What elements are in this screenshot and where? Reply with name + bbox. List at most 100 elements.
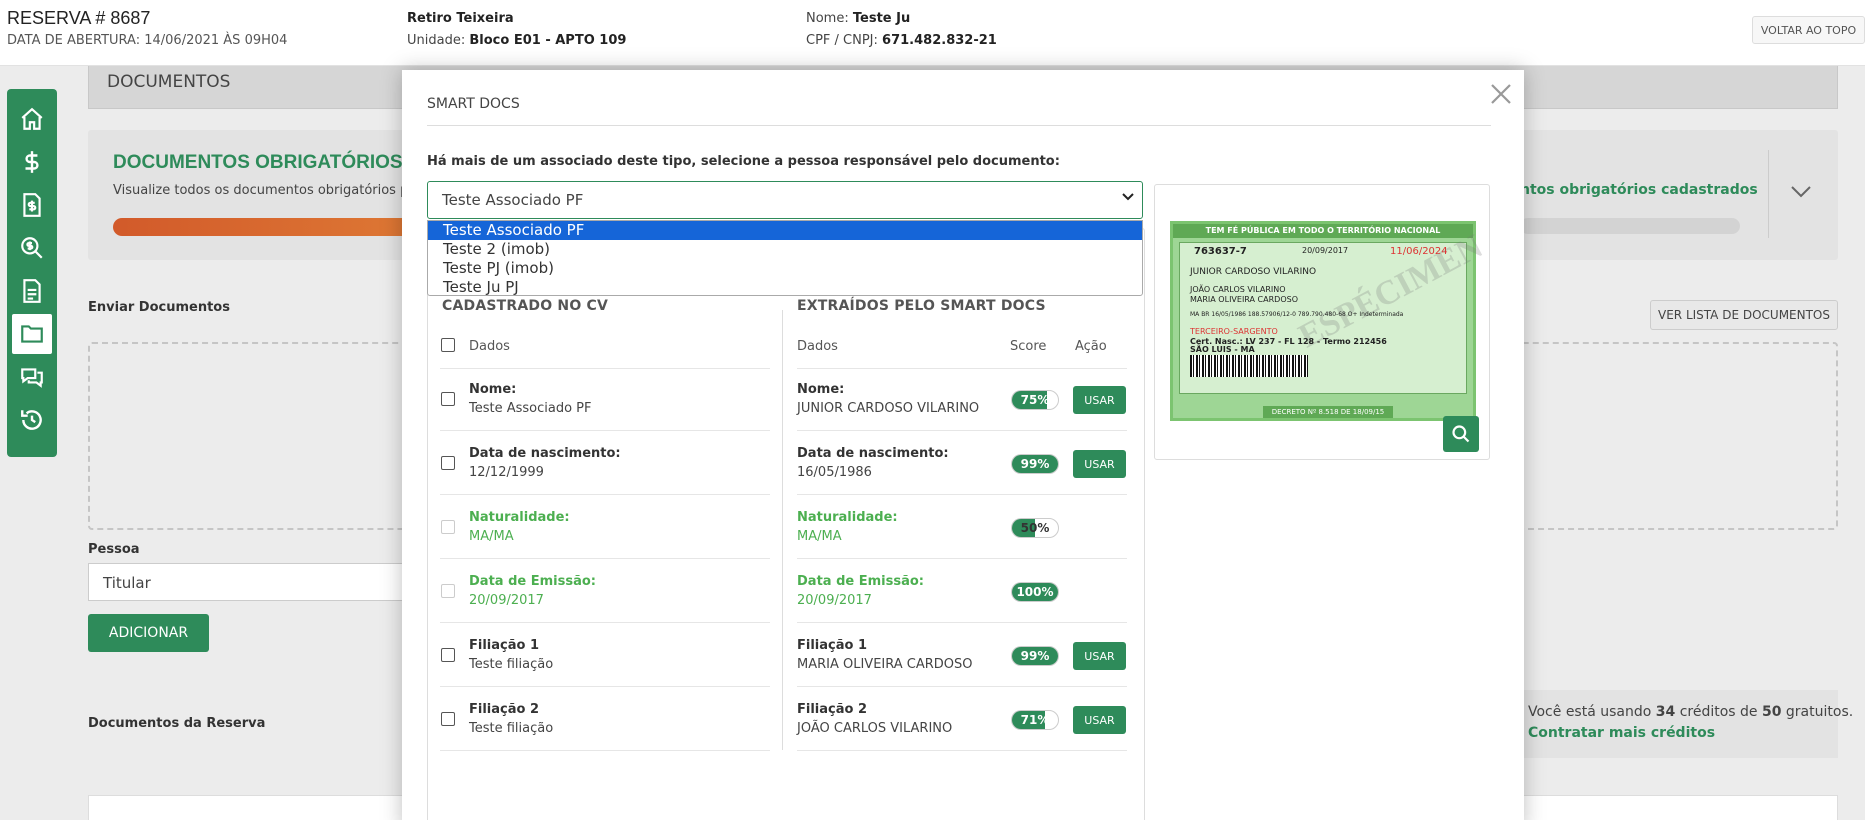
required-documents-subtitle: Visualize todos os documentos obrigatóri… (113, 183, 413, 198)
action-header: Ação (1075, 339, 1107, 354)
row-divider (797, 494, 1127, 495)
row-divider (797, 558, 1127, 559)
person-select[interactable]: Titular (88, 563, 438, 601)
cv-field-label: Filiação 2 (469, 702, 540, 717)
required-documents-count: ntos obrigatórios cadastrados (1520, 182, 1758, 198)
cv-column-title: CADASTRADO NO CV (442, 298, 609, 314)
credits-usage: Você está usando 34 créditos de 50 gratu… (1528, 704, 1854, 720)
row-divider (797, 686, 1127, 687)
score-badge: 100% (1011, 582, 1059, 602)
row-checkbox (441, 520, 455, 534)
smart-field-value: JUNIOR CARDOSO VILARINO (797, 401, 980, 416)
cv-field-label: Data de Emissão: (469, 574, 596, 589)
column-divider (782, 310, 783, 750)
back-to-top-button[interactable]: VOLTAR AO TOPO (1752, 16, 1865, 44)
use-value-button[interactable]: USAR (1073, 642, 1126, 670)
smart-data-header: Dados (797, 339, 838, 354)
search-document-icon[interactable] (7, 228, 57, 268)
smart-field-value: 16/05/1986 (797, 465, 872, 480)
buy-credits-link[interactable]: Contratar mais créditos (1528, 725, 1715, 741)
zoom-image-button[interactable] (1443, 416, 1479, 452)
invoice-icon[interactable] (7, 185, 57, 225)
cv-field-value: Teste Associado PF (469, 401, 592, 416)
score-badge: 71% (1011, 710, 1059, 730)
responsible-option[interactable]: Teste Associado PF (428, 221, 1142, 240)
cv-field-value: MA/MA (469, 529, 514, 544)
row-divider (797, 368, 1127, 369)
score-value: 75% (1020, 393, 1050, 407)
documents-section-title: DOCUMENTOS (107, 72, 231, 92)
row-divider (440, 622, 770, 623)
row-checkbox[interactable] (441, 712, 455, 726)
row-divider (440, 494, 770, 495)
chevron-down-icon[interactable] (1790, 180, 1812, 205)
cliente-nome: Nome: Teste Ju (806, 11, 911, 26)
document-icon[interactable] (7, 271, 57, 311)
modal-divider (427, 125, 1491, 126)
required-documents-progress-track (1520, 218, 1740, 234)
select-all-checkbox[interactable] (441, 338, 455, 352)
responsible-options-list: Teste Associado PF Teste 2 (imob) Teste PJ… (427, 220, 1143, 296)
smart-docs-modal: SMART DOCS Há mais de um associado deste… (402, 70, 1524, 820)
identity-document-image: TEM FÉ PÚBLICA EM TODO O TERRITÓRIO NACI… (1170, 221, 1489, 421)
cv-field-value: Teste filiação (469, 721, 554, 736)
smart-field-label: Data de Emissão: (797, 574, 924, 589)
use-value-button[interactable]: USAR (1073, 386, 1126, 414)
smart-field-value: MA/MA (797, 529, 842, 544)
close-icon[interactable] (1490, 78, 1512, 110)
reservation-title: RESERVA # 8687 (7, 8, 151, 28)
person-label: Pessoa (88, 542, 140, 557)
score-badge: 99% (1011, 454, 1059, 474)
smart-field-value: JOÃO CARLOS VILARINO (797, 721, 953, 736)
add-button[interactable]: ADICIONAR (88, 614, 209, 652)
row-divider (797, 622, 1127, 623)
row-checkbox[interactable] (441, 392, 455, 406)
top-bar: RESERVA # 8687 DATA DE ABERTURA: 14/06/2… (0, 0, 1865, 66)
reservation-date: DATA DE ABERTURA: 14/06/2021 ÀS 09H04 (7, 33, 288, 48)
responsible-option[interactable]: Teste PJ (imob) (428, 259, 1142, 278)
score-value: 50% (1020, 521, 1050, 535)
folder-icon[interactable] (12, 314, 52, 354)
dollar-icon[interactable] (7, 142, 57, 182)
cv-field-value: 12/12/1999 (469, 465, 544, 480)
use-value-button[interactable]: USAR (1073, 706, 1126, 734)
history-icon[interactable] (7, 400, 57, 440)
cv-data-header: Dados (469, 339, 510, 354)
use-value-button[interactable]: USAR (1073, 450, 1126, 478)
score-badge: 50% (1011, 518, 1059, 538)
smart-field-label: Naturalidade: (797, 510, 898, 525)
chat-icon[interactable] (7, 357, 57, 397)
credits-panel: Você está usando 34 créditos de 50 gratu… (1480, 690, 1853, 758)
smart-field-label: Nome: (797, 382, 845, 397)
empreendimento-name: Retiro Teixeira (407, 11, 514, 26)
cv-field-label: Naturalidade: (469, 510, 570, 525)
required-documents-title: DOCUMENTOS OBRIGATÓRIOS (113, 152, 403, 173)
responsible-select[interactable]: Teste Associado PF (427, 181, 1143, 219)
cv-field-value: Teste filiação (469, 657, 554, 672)
smart-field-label: Filiação 1 (797, 638, 868, 653)
sidebar-nav (7, 89, 57, 457)
smart-field-label: Filiação 2 (797, 702, 868, 717)
cv-field-label: Nome: (469, 382, 517, 397)
cliente-cpf: CPF / CNPJ: 671.482.832-21 (806, 33, 997, 48)
score-value: 71% (1020, 713, 1050, 727)
score-value: 99% (1020, 649, 1050, 663)
chevron-down-icon (1122, 190, 1134, 206)
home-icon[interactable] (7, 99, 57, 139)
responsible-question: Há mais de um associado deste tipo, sele… (427, 154, 1060, 169)
score-value: 100% (1016, 585, 1054, 599)
row-divider (440, 430, 770, 431)
row-checkbox[interactable] (441, 456, 455, 470)
reservation-documents-label: Documentos da Reserva (88, 716, 266, 731)
row-divider (440, 368, 770, 369)
row-divider (440, 686, 770, 687)
score-badge: 75% (1011, 390, 1059, 410)
responsible-option[interactable]: Teste 2 (imob) (428, 240, 1142, 259)
modal-title: SMART DOCS (427, 96, 520, 112)
responsible-option[interactable]: Teste Ju PJ (428, 278, 1142, 297)
document-list-button[interactable]: VER LISTA DE DOCUMENTOS (1650, 300, 1838, 330)
row-checkbox[interactable] (441, 648, 455, 662)
score-value: 99% (1020, 457, 1050, 471)
row-checkbox (441, 584, 455, 598)
document-image-card: TEM FÉ PÚBLICA EM TODO O TERRITÓRIO NACI… (1154, 184, 1490, 460)
